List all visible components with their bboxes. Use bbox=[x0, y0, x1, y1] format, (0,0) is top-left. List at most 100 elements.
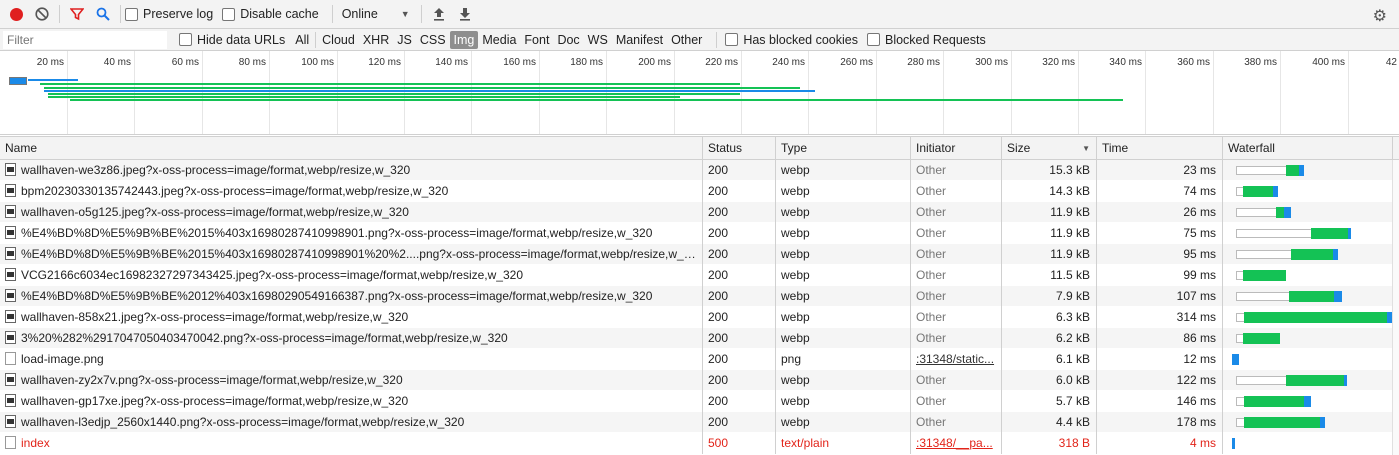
checkbox-box[interactable] bbox=[222, 7, 236, 21]
checkbox-box[interactable] bbox=[179, 33, 192, 46]
column-header-time[interactable]: Time bbox=[1097, 137, 1223, 160]
cell-waterfall[interactable] bbox=[1226, 349, 1399, 370]
record-button[interactable] bbox=[3, 1, 29, 27]
cell-name[interactable]: wallhaven-o5g125.jpeg?x-oss-process=imag… bbox=[0, 202, 703, 223]
file-icon bbox=[5, 247, 16, 260]
type-filter-media[interactable]: Media bbox=[478, 31, 520, 49]
type-filter-manifest[interactable]: Manifest bbox=[612, 31, 667, 49]
table-row[interactable]: 3%20%282%2917047050403470042.png?x-oss-p… bbox=[0, 328, 1399, 349]
type-filter-cloud[interactable]: Cloud bbox=[318, 31, 359, 49]
table-row[interactable]: wallhaven-o5g125.jpeg?x-oss-process=imag… bbox=[0, 202, 1399, 223]
cell-name[interactable]: wallhaven-858x21.jpeg?x-oss-process=imag… bbox=[0, 307, 703, 328]
type-filter-other[interactable]: Other bbox=[667, 31, 706, 49]
checkbox-box[interactable] bbox=[866, 33, 880, 46]
type-filter-ws[interactable]: WS bbox=[584, 31, 612, 49]
cell-waterfall[interactable] bbox=[1226, 412, 1399, 433]
type-filter-css[interactable]: CSS bbox=[416, 31, 450, 49]
cell-waterfall[interactable] bbox=[1226, 181, 1399, 202]
hide-data-urls-checkbox[interactable]: Hide data URLs bbox=[179, 33, 285, 47]
search-icon bbox=[96, 7, 110, 21]
preserve-log-checkbox[interactable]: Preserve log bbox=[125, 7, 213, 21]
import-har-button[interactable] bbox=[426, 1, 452, 27]
cell-name[interactable]: VCG2166c6034ec16982327297343425.jpeg?x-o… bbox=[0, 265, 703, 286]
export-har-button[interactable] bbox=[452, 1, 478, 27]
cell-waterfall[interactable] bbox=[1226, 328, 1399, 349]
cell-size: 4.4 kB bbox=[1002, 412, 1097, 433]
cell-type: webp bbox=[776, 265, 911, 286]
cell-waterfall[interactable] bbox=[1226, 370, 1399, 391]
cell-name[interactable]: index bbox=[0, 433, 703, 454]
checkbox-box[interactable] bbox=[125, 7, 138, 21]
table-row[interactable]: %E4%BD%8D%E5%9B%BE%2012%403x169802905491… bbox=[0, 286, 1399, 307]
cell-type: webp bbox=[776, 223, 911, 244]
filter-toggle-button[interactable] bbox=[64, 1, 90, 27]
cell-size: 11.9 kB bbox=[1002, 244, 1097, 265]
cell-name[interactable]: %E4%BD%8D%E5%9B%BE%2015%403x169802874109… bbox=[0, 223, 703, 244]
cell-initiator[interactable]: :31348/__pa... bbox=[911, 433, 1002, 454]
settings-gear-icon[interactable]: ⚙ bbox=[1373, 6, 1387, 26]
column-header-type[interactable]: Type bbox=[776, 137, 911, 160]
type-filter-img[interactable]: Img bbox=[449, 30, 479, 49]
overview-tick-label: 300 ms bbox=[975, 57, 1008, 68]
throttling-select[interactable]: Online ▼ bbox=[337, 7, 415, 21]
has-blocked-cookies-checkbox[interactable]: Has blocked cookies bbox=[725, 33, 858, 47]
checkbox-box[interactable] bbox=[725, 33, 739, 46]
cell-waterfall[interactable] bbox=[1226, 160, 1399, 181]
clear-button[interactable] bbox=[29, 1, 55, 27]
table-row[interactable]: wallhaven-gp17xe.jpeg?x-oss-process=imag… bbox=[0, 391, 1399, 412]
timeline-overview[interactable]: 20 ms 40 ms 60 ms 80 ms 100 ms 120 ms 140 ms 16… bbox=[0, 51, 1399, 135]
type-filter-doc[interactable]: Doc bbox=[553, 31, 583, 49]
type-filter-font[interactable]: Font bbox=[520, 31, 553, 49]
toolbar-divider bbox=[331, 5, 333, 23]
cell-name[interactable]: 3%20%282%2917047050403470042.png?x-oss-p… bbox=[0, 328, 703, 349]
disable-cache-checkbox[interactable]: Disable cache bbox=[222, 7, 319, 21]
cell-name[interactable]: bpm20230330135742443.jpeg?x-oss-process=… bbox=[0, 181, 703, 202]
search-button[interactable] bbox=[90, 1, 116, 27]
table-row[interactable]: index 500 text/plain:31348/__pa... 318 B4 m… bbox=[0, 433, 1399, 454]
table-row[interactable]: %E4%BD%8D%E5%9B%BE%2015%403x169802874109… bbox=[0, 223, 1399, 244]
waterfall-ttfb-bar bbox=[1286, 165, 1299, 176]
cell-waterfall[interactable] bbox=[1226, 202, 1399, 223]
type-filter-all[interactable]: All bbox=[291, 31, 313, 49]
table-row[interactable]: wallhaven-l3edjp_2560x1440.png?x-oss-pro… bbox=[0, 412, 1399, 433]
filter-input[interactable] bbox=[3, 30, 167, 49]
cell-waterfall[interactable] bbox=[1226, 433, 1399, 454]
waterfall-ttfb-bar bbox=[1276, 207, 1284, 218]
table-row[interactable]: wallhaven-858x21.jpeg?x-oss-process=imag… bbox=[0, 307, 1399, 328]
type-filter-js[interactable]: JS bbox=[393, 31, 416, 49]
table-row[interactable]: %E4%BD%8D%E5%9B%BE%2015%403x169802874109… bbox=[0, 244, 1399, 265]
cell-waterfall[interactable] bbox=[1226, 307, 1399, 328]
table-row[interactable]: VCG2166c6034ec16982327297343425.jpeg?x-o… bbox=[0, 265, 1399, 286]
scrollbar[interactable] bbox=[1392, 160, 1399, 455]
cell-name[interactable]: wallhaven-we3z86.jpeg?x-oss-process=imag… bbox=[0, 160, 703, 181]
type-filter-xhr[interactable]: XHR bbox=[359, 31, 393, 49]
cell-status: 200 bbox=[703, 181, 776, 202]
cell-waterfall[interactable] bbox=[1226, 391, 1399, 412]
table-row[interactable]: wallhaven-we3z86.jpeg?x-oss-process=imag… bbox=[0, 160, 1399, 181]
waterfall-download-bar bbox=[1232, 438, 1235, 449]
overview-request-bar bbox=[48, 93, 740, 95]
cell-size: 11.5 kB bbox=[1002, 265, 1097, 286]
column-header-status[interactable]: Status bbox=[703, 137, 776, 160]
cell-initiator: Other bbox=[911, 370, 1002, 391]
cell-name[interactable]: %E4%BD%8D%E5%9B%BE%2015%403x169802874109… bbox=[0, 244, 703, 265]
table-row[interactable]: bpm20230330135742443.jpeg?x-oss-process=… bbox=[0, 181, 1399, 202]
cell-name[interactable]: %E4%BD%8D%E5%9B%BE%2012%403x169802905491… bbox=[0, 286, 703, 307]
cell-waterfall[interactable] bbox=[1226, 265, 1399, 286]
column-header-waterfall[interactable]: Waterfall bbox=[1223, 137, 1393, 160]
cell-name[interactable]: wallhaven-zy2x7v.png?x-oss-process=image… bbox=[0, 370, 703, 391]
cell-waterfall[interactable] bbox=[1226, 244, 1399, 265]
blocked-requests-checkbox[interactable]: Blocked Requests bbox=[866, 33, 986, 47]
cell-initiator[interactable]: :31348/static... bbox=[911, 349, 1002, 370]
cell-name[interactable]: wallhaven-l3edjp_2560x1440.png?x-oss-pro… bbox=[0, 412, 703, 433]
cell-name[interactable]: load-image.png bbox=[0, 349, 703, 370]
cell-name[interactable]: wallhaven-gp17xe.jpeg?x-oss-process=imag… bbox=[0, 391, 703, 412]
column-header-name[interactable]: Name bbox=[0, 137, 703, 160]
table-row[interactable]: load-image.png 200 png:31348/static... 6.1 … bbox=[0, 349, 1399, 370]
column-header-size[interactable]: Size ▼ bbox=[1002, 137, 1097, 160]
column-header-initiator[interactable]: Initiator bbox=[911, 137, 1002, 160]
cell-waterfall[interactable] bbox=[1226, 286, 1399, 307]
cell-waterfall[interactable] bbox=[1226, 223, 1399, 244]
table-row[interactable]: wallhaven-zy2x7v.png?x-oss-process=image… bbox=[0, 370, 1399, 391]
file-icon bbox=[5, 205, 16, 218]
